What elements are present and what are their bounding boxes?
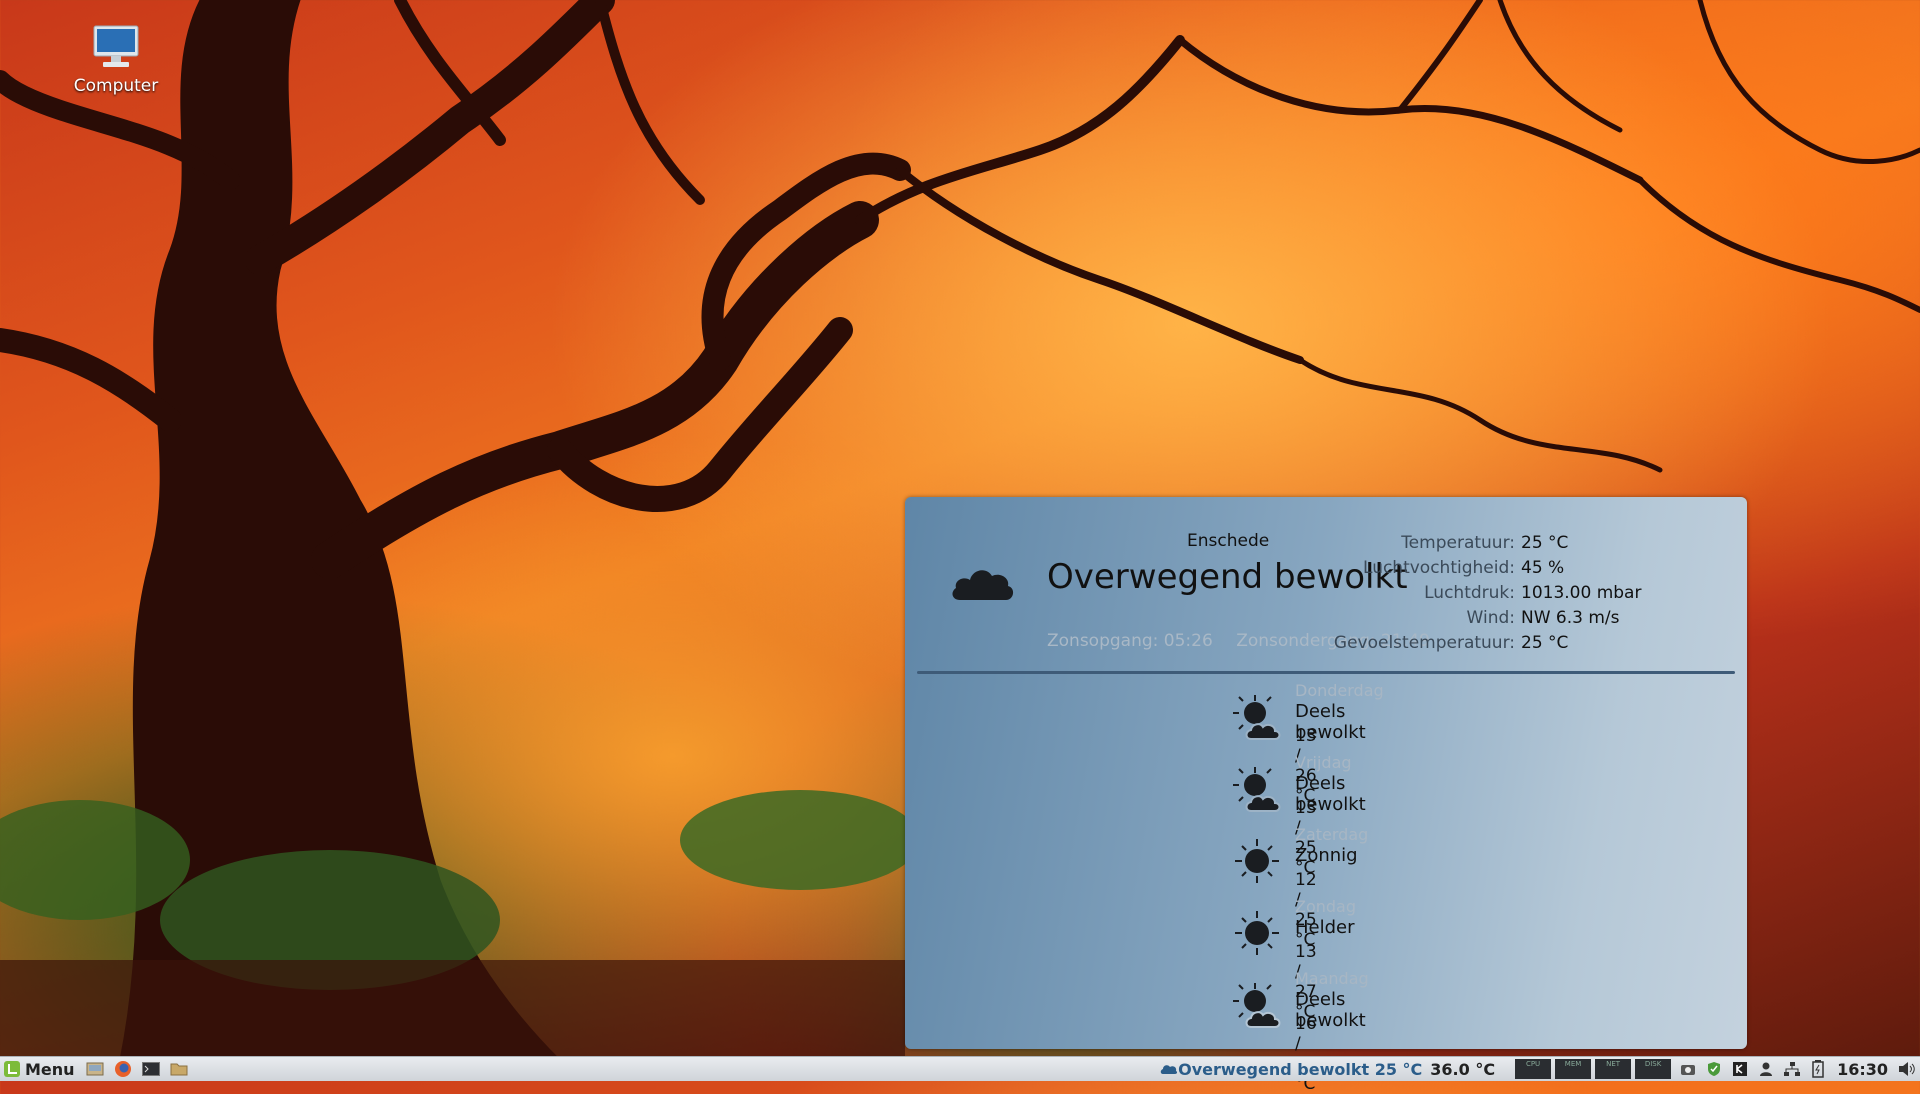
weather-applet-text: Overwegend bewolkt 25 °C — [1178, 1059, 1423, 1079]
disk-graph[interactable]: DISK — [1635, 1059, 1672, 1079]
menu-label: Menu — [25, 1059, 75, 1079]
computer-icon — [93, 25, 139, 67]
mint-logo-icon — [4, 1061, 20, 1077]
partly-cloudy-icon — [1233, 767, 1281, 812]
network-icon[interactable] — [1783, 1060, 1801, 1078]
sun-icon — [1235, 911, 1279, 955]
sun-icon — [1235, 839, 1279, 883]
sunrise-text: Zonsopgang: 05:26 — [1047, 631, 1213, 651]
cloud-icon — [952, 570, 1014, 600]
partly-cloudy-icon — [1233, 695, 1281, 740]
keyboard-icon[interactable] — [1731, 1060, 1749, 1078]
files-icon[interactable] — [169, 1060, 189, 1078]
user-icon[interactable] — [1757, 1060, 1775, 1078]
cpu-graph[interactable]: CPU — [1515, 1059, 1552, 1079]
taskbar: Menu Overwegend bewolkt 25 °C 36.0 °C CP… — [0, 1056, 1920, 1081]
stat-pressure: Luchtdruk: 1013.00 mbar — [1424, 583, 1642, 603]
stat-wind: Wind: NW 6.3 m/s — [1466, 608, 1620, 628]
separator — [917, 671, 1735, 674]
weather-location: Enschede — [1187, 531, 1270, 551]
partly-cloudy-icon — [1233, 983, 1281, 1028]
shield-icon[interactable] — [1705, 1060, 1723, 1078]
menu-button[interactable]: Menu — [0, 1057, 81, 1081]
stat-temperature: Temperatuur: 25 °C — [1401, 533, 1569, 553]
battery-icon[interactable] — [1809, 1060, 1827, 1078]
weather-desklet[interactable]: Enschede Overwegend bewolkt Zonsopgang: … — [905, 497, 1747, 1094]
desktop-icon-computer[interactable]: Computer — [68, 24, 164, 96]
volume-icon[interactable] — [1898, 1060, 1916, 1078]
weather-applet[interactable]: Overwegend bewolkt 25 °C — [1160, 1060, 1422, 1079]
net-graph[interactable]: NET — [1595, 1059, 1632, 1079]
desktop-icon-label: Computer — [73, 76, 159, 96]
stat-humidity: Luchtvochtigheid: 45 % — [1363, 558, 1565, 578]
mem-graph[interactable]: MEM — [1555, 1059, 1592, 1079]
cloud-icon — [1160, 1065, 1178, 1074]
clock[interactable]: 16:30 — [1837, 1060, 1888, 1079]
stat-feels-like: Gevoelstemperatuur: 25 °C — [1333, 633, 1569, 653]
firefox-icon[interactable] — [113, 1060, 133, 1078]
cpu-temperature: 36.0 °C — [1430, 1059, 1496, 1079]
weather-stats: Temperatuur: 25 °C Luchtvochtigheid: 45 % … — [1315, 531, 1642, 656]
show-desktop-icon[interactable] — [85, 1060, 105, 1078]
terminal-icon[interactable] — [141, 1060, 161, 1078]
screenshot-icon[interactable] — [1679, 1060, 1697, 1078]
